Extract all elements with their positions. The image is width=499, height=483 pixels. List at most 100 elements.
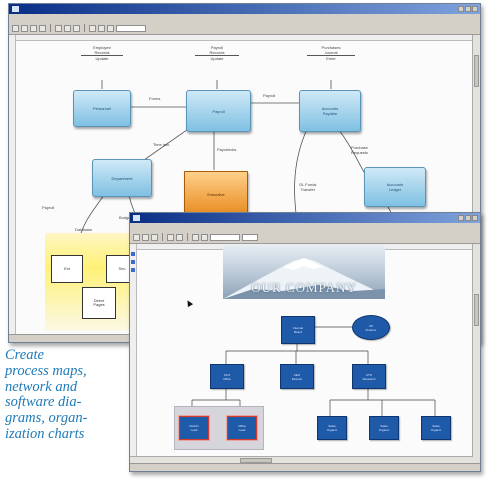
- new-icon[interactable]: [133, 233, 140, 241]
- process-shape[interactable]: Payroll: [186, 90, 251, 132]
- org-node-label: VP Finance: [365, 323, 377, 332]
- cut-icon[interactable]: [55, 24, 62, 32]
- window-controls: [458, 6, 478, 12]
- text-tool-icon[interactable]: [98, 24, 105, 32]
- org-node-label: CEO Director: [291, 372, 303, 381]
- redo-icon[interactable]: [176, 233, 183, 241]
- process-shape[interactable]: Accounts Ledger: [364, 167, 426, 207]
- org-node-label: Internal Board: [292, 326, 303, 334]
- shape-label: Payroll: [212, 108, 225, 114]
- org-node-label: CTO Research: [362, 372, 376, 381]
- caption-line: ization charts: [5, 425, 85, 442]
- bold-icon[interactable]: [192, 233, 199, 241]
- connector-tool-icon[interactable]: [107, 24, 114, 32]
- edge-label: Payroll: [42, 205, 55, 210]
- box-label: Ext: [64, 266, 70, 271]
- front-toolbar: [130, 231, 480, 244]
- edge-label: Paychecks: [217, 147, 237, 152]
- back-toolbar: [9, 22, 480, 35]
- vertical-scrollbar[interactable]: [472, 244, 480, 464]
- font-combo[interactable]: [210, 233, 240, 241]
- front-drawing-canvas[interactable]: OUR COMPANY Internal Board VP Finance CF…: [130, 244, 480, 464]
- minimize-button[interactable]: [458, 6, 464, 12]
- save-icon[interactable]: [151, 233, 158, 241]
- copy-icon[interactable]: [64, 24, 71, 32]
- edge-label: Forms: [149, 96, 161, 101]
- app-icon: [12, 6, 19, 12]
- org-node[interactable]: CEO Director: [280, 364, 314, 389]
- maximize-button[interactable]: [465, 6, 471, 12]
- org-node-label: Office Lead: [238, 424, 246, 432]
- process-shape[interactable]: Personnel: [73, 90, 131, 127]
- shape-label: Executive: [207, 191, 225, 197]
- toolbar-divider: [50, 24, 51, 32]
- close-button[interactable]: [472, 215, 478, 221]
- scroll-thumb[interactable]: [474, 294, 479, 326]
- org-node-label: CFO Office: [223, 372, 231, 381]
- doc-label: Employee Records: [81, 45, 123, 56]
- undo-icon[interactable]: [167, 233, 174, 241]
- size-combo[interactable]: [242, 233, 258, 241]
- front-app-window: OUR COMPANY Internal Board VP Finance CF…: [129, 212, 481, 472]
- org-node[interactable]: Sales Organic: [421, 416, 451, 440]
- org-node-selected[interactable]: Office Lead: [227, 416, 257, 440]
- new-icon[interactable]: [12, 24, 19, 32]
- org-node-top[interactable]: Internal Board: [281, 316, 315, 344]
- front-menu-bar: [130, 223, 480, 231]
- open-icon[interactable]: [21, 24, 28, 32]
- org-node[interactable]: Sales Organic: [369, 416, 399, 440]
- box-label: Sec: [118, 266, 126, 271]
- open-icon[interactable]: [142, 233, 149, 241]
- back-window-title-bar[interactable]: [9, 4, 480, 14]
- minimize-button[interactable]: [458, 215, 464, 221]
- source-document: Payroll Records Update: [195, 45, 239, 61]
- shape-label: Department: [111, 175, 133, 181]
- shape-label: Personnel: [92, 106, 111, 111]
- caption-line: process maps,: [5, 362, 87, 379]
- doc-label: Payroll Records: [195, 45, 239, 56]
- toolbar-divider: [162, 233, 163, 241]
- org-node-label: Sales Organic: [326, 424, 338, 432]
- org-node[interactable]: CFO Office: [210, 364, 244, 389]
- pointer-tool-icon[interactable]: [89, 24, 96, 32]
- print-icon[interactable]: [39, 24, 46, 32]
- org-node-side[interactable]: VP Finance: [352, 315, 390, 340]
- caption-line: network and: [5, 378, 78, 395]
- italic-icon[interactable]: [201, 233, 208, 241]
- save-icon[interactable]: [30, 24, 37, 32]
- process-shape[interactable]: Department: [92, 159, 152, 197]
- org-node-label: District Lead: [189, 424, 199, 432]
- feature-caption: Create process maps, network and softwar…: [5, 347, 105, 443]
- doc-sub-label: Update: [95, 56, 109, 61]
- caption-line: software dia-: [5, 394, 82, 411]
- org-node[interactable]: CTO Research: [352, 364, 386, 389]
- front-window-title-bar[interactable]: [130, 213, 480, 223]
- caption-line: Create: [5, 347, 44, 363]
- org-node-selected[interactable]: District Lead: [179, 416, 209, 440]
- app-icon: [133, 215, 140, 221]
- doc-sub-label: Enter: [326, 56, 336, 61]
- toolbar-divider: [84, 24, 85, 32]
- zoom-combo[interactable]: [116, 24, 146, 32]
- database-box[interactable]: Direct Pages: [82, 287, 116, 319]
- edge-label: Purchase Requests: [351, 145, 368, 155]
- maximize-button[interactable]: [465, 215, 471, 221]
- box-label: Direct Pages: [93, 298, 105, 307]
- caption-line: grams, organ-: [5, 410, 88, 427]
- edge-label: GL Funds Transfer: [299, 182, 317, 192]
- process-shape-highlighted[interactable]: Executive: [184, 171, 248, 217]
- org-node-label: Sales Organic: [378, 424, 390, 432]
- process-shape[interactable]: Accounts Payable: [299, 90, 361, 132]
- source-document: Purchases Journal Enter: [307, 45, 355, 61]
- zone-label: Database: [75, 227, 93, 232]
- shape-label: Accounts Ledger: [386, 182, 404, 192]
- doc-sub-label: Update: [210, 56, 224, 61]
- window-controls: [458, 215, 478, 221]
- paste-icon[interactable]: [73, 24, 80, 32]
- org-node[interactable]: Sales Organic: [317, 416, 347, 440]
- database-box[interactable]: Ext: [51, 255, 83, 283]
- org-node-label: Sales Organic: [430, 424, 442, 432]
- close-button[interactable]: [472, 6, 478, 12]
- doc-label: Purchases Journal: [307, 45, 355, 56]
- source-document: Employee Records Update: [81, 45, 123, 61]
